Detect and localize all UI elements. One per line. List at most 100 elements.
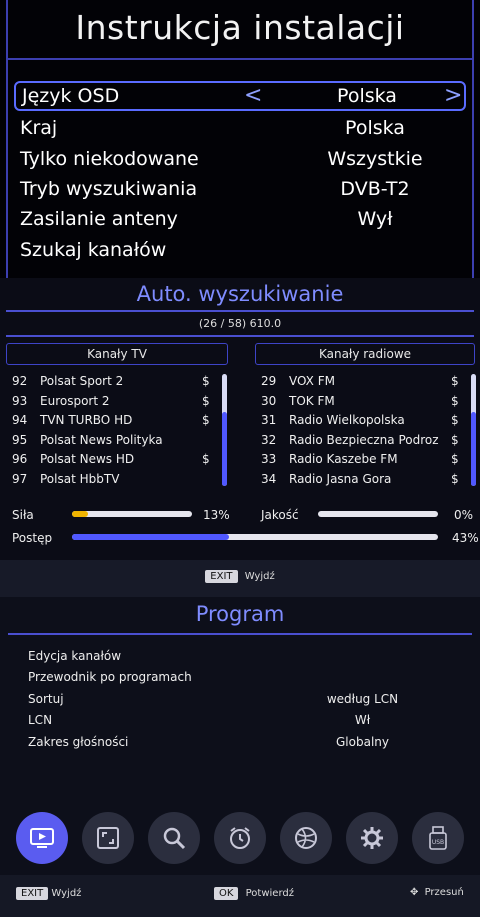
channel-name: Polsat News Polityka bbox=[40, 432, 163, 447]
gear-icon[interactable] bbox=[346, 812, 398, 864]
channel-number: 34 bbox=[261, 471, 277, 486]
auto-scan-panel: Auto. wyszukiwanie (26 / 58) 610.0 Kanał… bbox=[0, 278, 480, 560]
tv-scrollbar[interactable] bbox=[222, 374, 227, 486]
channel-number: 94 bbox=[12, 413, 28, 427]
menu-item-channel-edit[interactable]: Edycja kanałów bbox=[28, 649, 121, 663]
usb-icon[interactable]: USB bbox=[412, 812, 464, 864]
quality-label: Jakość bbox=[261, 508, 299, 522]
exit-key[interactable]: EXIT bbox=[205, 570, 238, 583]
progress-label: Postęp bbox=[12, 531, 53, 545]
exit-label: Wyjdź bbox=[51, 888, 82, 899]
setting-value: DVB-T2 bbox=[340, 178, 410, 200]
setting-value: Wszystkie bbox=[327, 148, 423, 170]
scrambled-flag: $ bbox=[451, 452, 459, 466]
program-title: Program bbox=[195, 602, 285, 626]
channel-name: TVN TURBO HD bbox=[40, 413, 133, 427]
scrollbar-thumb[interactable] bbox=[471, 412, 476, 486]
setting-row-osd-language[interactable]: Język OSD < Polska > bbox=[14, 81, 466, 111]
setting-row-channel-search[interactable]: Szukaj kanałów bbox=[20, 235, 470, 265]
progress-fill bbox=[72, 534, 230, 540]
move-label: Przesuń bbox=[424, 887, 464, 898]
ok-key[interactable]: OK bbox=[214, 887, 239, 900]
setting-value: Wył bbox=[357, 208, 393, 230]
scrambled-flag: $ bbox=[451, 413, 459, 427]
channel-number: 33 bbox=[261, 452, 277, 466]
strength-label: Siła bbox=[12, 508, 34, 522]
channel-number: 30 bbox=[261, 393, 277, 408]
exit-label: Wyjdź bbox=[244, 571, 275, 582]
setting-row-antenna-power[interactable]: Zasilanie anteny Wył bbox=[20, 204, 470, 234]
scrambled-flag: $ bbox=[451, 374, 459, 388]
scan-footer: EXIT Wyjdź bbox=[0, 560, 480, 597]
arrow-left-icon[interactable]: < bbox=[244, 83, 262, 108]
channel-number: 97 bbox=[12, 471, 28, 486]
quality-value: 0% bbox=[454, 508, 474, 522]
channel-number: 96 bbox=[12, 452, 28, 466]
setting-label: Zasilanie anteny bbox=[20, 208, 178, 230]
setting-value: Polska bbox=[345, 117, 405, 139]
divider bbox=[6, 335, 474, 337]
setting-row-search-mode[interactable]: Tryb wyszukiwania DVB-T2 bbox=[20, 174, 470, 204]
exit-key[interactable]: EXIT bbox=[16, 887, 49, 900]
program-panel: Program Edycja kanałów Przewodnik po pro… bbox=[0, 597, 480, 917]
channel-name: Radio Bezpieczna Podroz bbox=[289, 432, 439, 447]
menu-item-lcn[interactable]: LCN bbox=[28, 713, 52, 727]
menu-item-epg[interactable]: Przewodnik po programach bbox=[28, 670, 192, 684]
channel-name: Radio Wielkopolska bbox=[289, 413, 405, 427]
channel-number: 31 bbox=[261, 413, 277, 427]
scan-progress-text: (26 / 58) 610.0 bbox=[198, 317, 282, 330]
strength-fill bbox=[72, 511, 88, 517]
search-icon[interactable] bbox=[148, 812, 200, 864]
setting-value: Polska bbox=[337, 85, 397, 107]
scrambled-flag: $ bbox=[451, 432, 459, 447]
quality-meter bbox=[318, 511, 438, 517]
channel-number: 29 bbox=[261, 374, 277, 388]
channel-name: Polsat Sport 2 bbox=[40, 374, 124, 388]
divider bbox=[8, 633, 472, 635]
channel-name: Eurosport 2 bbox=[40, 393, 110, 408]
channel-name: Radio Kaszebe FM bbox=[289, 452, 398, 466]
progress-value: 43% bbox=[452, 531, 479, 545]
setting-row-country[interactable]: Kraj Polska bbox=[20, 113, 470, 143]
channel-name: Polsat HbbTV bbox=[40, 471, 120, 486]
radio-channels-header: Kanały radiowe bbox=[255, 343, 475, 365]
strength-meter bbox=[72, 511, 192, 517]
scrambled-flag: $ bbox=[202, 452, 210, 466]
scan-title: Auto. wyszukiwanie bbox=[136, 282, 344, 306]
scrambled-flag: $ bbox=[202, 413, 210, 427]
picture-icon[interactable] bbox=[82, 812, 134, 864]
ok-label: Potwierdź bbox=[245, 888, 294, 899]
volume-range-value: Globalny bbox=[336, 735, 389, 749]
channel-name: Radio Jasna Gora bbox=[289, 471, 392, 486]
channel-number: 32 bbox=[261, 432, 277, 447]
menu-item-volume-range[interactable]: Zakres głośności bbox=[28, 735, 128, 749]
installation-title: Instrukcja instalacji bbox=[75, 8, 405, 47]
move-icon: ✥ bbox=[410, 887, 419, 898]
tv-channels-header: Kanały TV bbox=[6, 343, 228, 365]
setting-label: Tryb wyszukiwania bbox=[20, 178, 198, 200]
arrow-right-icon[interactable]: > bbox=[444, 83, 462, 108]
setting-row-fta-only[interactable]: Tylko niekodowane Wszystkie bbox=[20, 144, 470, 174]
divider bbox=[6, 310, 474, 312]
radio-scrollbar[interactable] bbox=[471, 374, 476, 486]
setting-label: Tylko niekodowane bbox=[20, 148, 199, 170]
setting-label: Kraj bbox=[20, 117, 58, 139]
setting-label: Szukaj kanałów bbox=[20, 239, 167, 261]
scrambled-flag: $ bbox=[202, 393, 210, 408]
globe-icon[interactable] bbox=[280, 812, 332, 864]
channel-number: 93 bbox=[12, 393, 28, 408]
progress-meter bbox=[72, 534, 438, 540]
installation-panel: Instrukcja instalacji Język OSD < Polska… bbox=[0, 0, 480, 278]
tv-icon[interactable] bbox=[16, 812, 68, 864]
channel-number: 95 bbox=[12, 432, 28, 447]
channel-name: Polsat News HD bbox=[40, 452, 135, 466]
svg-text:USB: USB bbox=[432, 839, 444, 846]
channel-name: TOK FM bbox=[289, 393, 335, 408]
scrollbar-thumb[interactable] bbox=[222, 412, 227, 486]
clock-icon[interactable] bbox=[214, 812, 266, 864]
scrambled-flag: $ bbox=[202, 374, 210, 388]
menu-item-sort[interactable]: Sortuj bbox=[28, 692, 64, 706]
bottom-bar: EXIT Wyjdź OK Potwierdź ✥ Przesuń bbox=[0, 875, 480, 917]
channel-number: 92 bbox=[12, 374, 28, 388]
scrambled-flag: $ bbox=[451, 393, 459, 408]
